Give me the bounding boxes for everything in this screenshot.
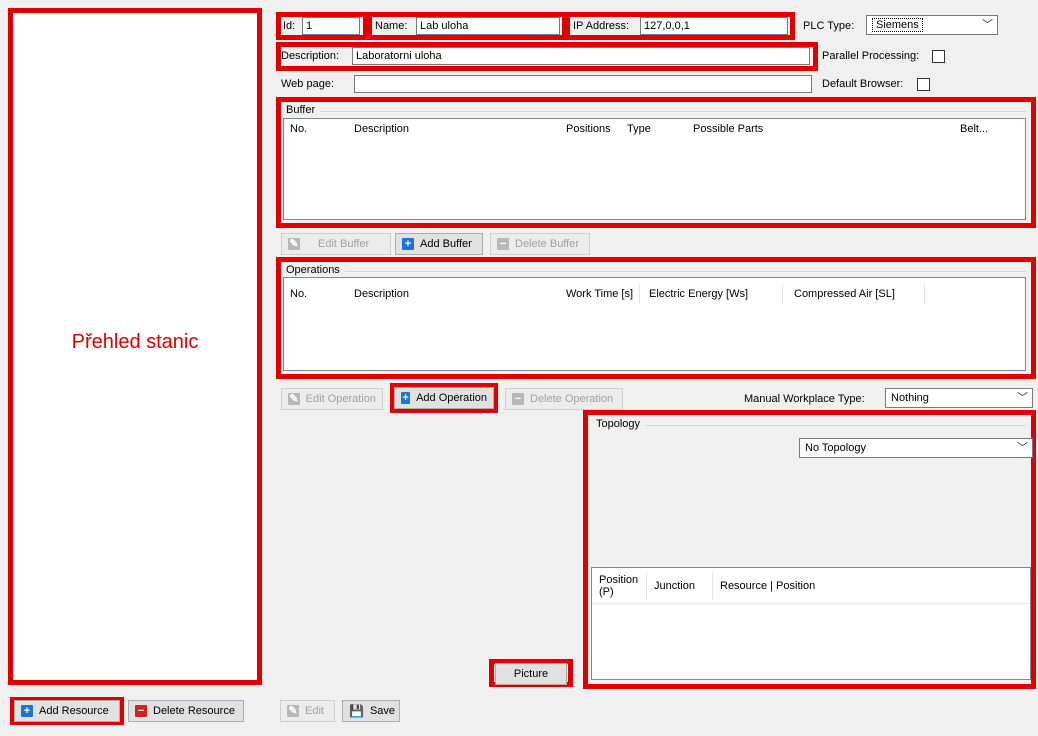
- operations-group-title: Operations: [286, 264, 340, 276]
- operations-list[interactable]: No. Description Work Time [s] Electric E…: [283, 277, 1026, 371]
- ip-label: IP Address:: [573, 20, 630, 32]
- add-icon: +: [21, 705, 33, 717]
- stations-overview-caption: Přehled stanic: [71, 331, 199, 353]
- manual-workplace-label: Manual Workplace Type:: [744, 393, 865, 405]
- topology-list[interactable]: Position (P) Junction Resource | Positio…: [591, 567, 1031, 680]
- manual-workplace-select[interactable]: Nothing ﹀: [885, 388, 1033, 408]
- edit-icon: ✎: [287, 705, 299, 717]
- chevron-down-icon: ﹀: [1017, 442, 1028, 454]
- ip-field[interactable]: 127,0,0,1: [640, 17, 788, 35]
- plc-type-label: PLC Type:: [803, 20, 855, 32]
- column-divider: [646, 572, 647, 600]
- edit-operation-button[interactable]: ✎ Edit Operation: [281, 388, 383, 410]
- id-field[interactable]: 1: [302, 17, 360, 35]
- edit-buffer-button[interactable]: ✎ Edit Buffer: [281, 233, 391, 255]
- picture-button[interactable]: Picture: [495, 663, 567, 685]
- delete-operation-button[interactable]: − Delete Operation: [505, 388, 623, 410]
- default-browser-checkbox[interactable]: [917, 78, 930, 91]
- add-icon: +: [401, 392, 411, 404]
- delete-icon: −: [512, 393, 524, 405]
- buffer-col-type[interactable]: Type: [627, 119, 651, 139]
- operations-group-line: [345, 271, 1026, 272]
- operations-col-electric-energy[interactable]: Electric Energy [Ws]: [649, 284, 748, 304]
- id-label: Id:: [283, 20, 296, 32]
- topology-select[interactable]: No Topology ﹀: [799, 438, 1033, 458]
- default-browser-label: Default Browser:: [822, 78, 904, 90]
- buffer-col-belt[interactable]: Belt...: [960, 119, 988, 139]
- delete-buffer-button[interactable]: − Delete Buffer: [490, 233, 590, 255]
- column-divider: [924, 284, 925, 304]
- operations-col-no[interactable]: No.: [290, 284, 307, 304]
- buffer-list[interactable]: No. Description Positions Type Possible …: [283, 118, 1026, 220]
- topology-group-line: [645, 425, 1026, 426]
- topology-col-junction[interactable]: Junction: [654, 580, 695, 592]
- chevron-down-icon: ﹀: [1017, 392, 1028, 404]
- buffer-col-positions[interactable]: Positions: [566, 119, 611, 139]
- stations-overview-panel[interactable]: Přehled stanic: [8, 8, 262, 685]
- delete-resource-button[interactable]: − Delete Resource: [128, 700, 244, 722]
- topology-group-title: Topology: [596, 418, 641, 430]
- name-field[interactable]: Lab uloha: [416, 17, 560, 35]
- column-divider: [712, 572, 713, 600]
- buffer-col-no[interactable]: No.: [290, 119, 307, 139]
- parallel-processing-checkbox[interactable]: [932, 50, 945, 63]
- webpage-label: Web page:: [281, 78, 335, 90]
- buffer-col-possible-parts[interactable]: Possible Parts: [693, 119, 763, 139]
- edit-icon: ✎: [288, 393, 300, 405]
- description-label: Description:: [281, 50, 340, 62]
- add-resource-button[interactable]: + Add Resource: [14, 700, 120, 722]
- edit-icon: ✎: [288, 238, 300, 250]
- plc-type-select[interactable]: Siemens ﹀: [866, 15, 998, 35]
- operations-col-work-time[interactable]: Work Time [s]: [566, 284, 633, 304]
- delete-icon: −: [497, 238, 509, 250]
- parallel-processing-label: Parallel Processing:: [822, 50, 920, 62]
- topology-col-position[interactable]: Position (P): [599, 574, 639, 598]
- description-field[interactable]: Laboratorni uloha: [352, 47, 810, 65]
- save-button[interactable]: 💾 Save: [342, 700, 400, 722]
- edit-button[interactable]: ✎ Edit: [280, 700, 335, 722]
- name-label: Name:: [375, 20, 408, 32]
- chevron-down-icon: ﹀: [982, 19, 993, 31]
- add-operation-button[interactable]: + Add Operation: [394, 387, 494, 409]
- operations-col-compressed-air[interactable]: Compressed Air [SL]: [794, 284, 895, 304]
- save-icon: 💾: [349, 704, 364, 718]
- buffer-col-description[interactable]: Description: [354, 119, 409, 139]
- add-buffer-button[interactable]: + Add Buffer: [395, 233, 483, 255]
- add-icon: +: [402, 238, 414, 250]
- operations-col-description[interactable]: Description: [354, 284, 409, 304]
- delete-icon: −: [135, 705, 147, 717]
- column-divider: [782, 284, 783, 304]
- buffer-group-title: Buffer: [286, 104, 316, 116]
- buffer-group-line: [320, 111, 1026, 112]
- column-divider: [639, 284, 640, 304]
- webpage-field[interactable]: [354, 75, 812, 93]
- topology-col-resource-position[interactable]: Resource | Position: [720, 580, 815, 592]
